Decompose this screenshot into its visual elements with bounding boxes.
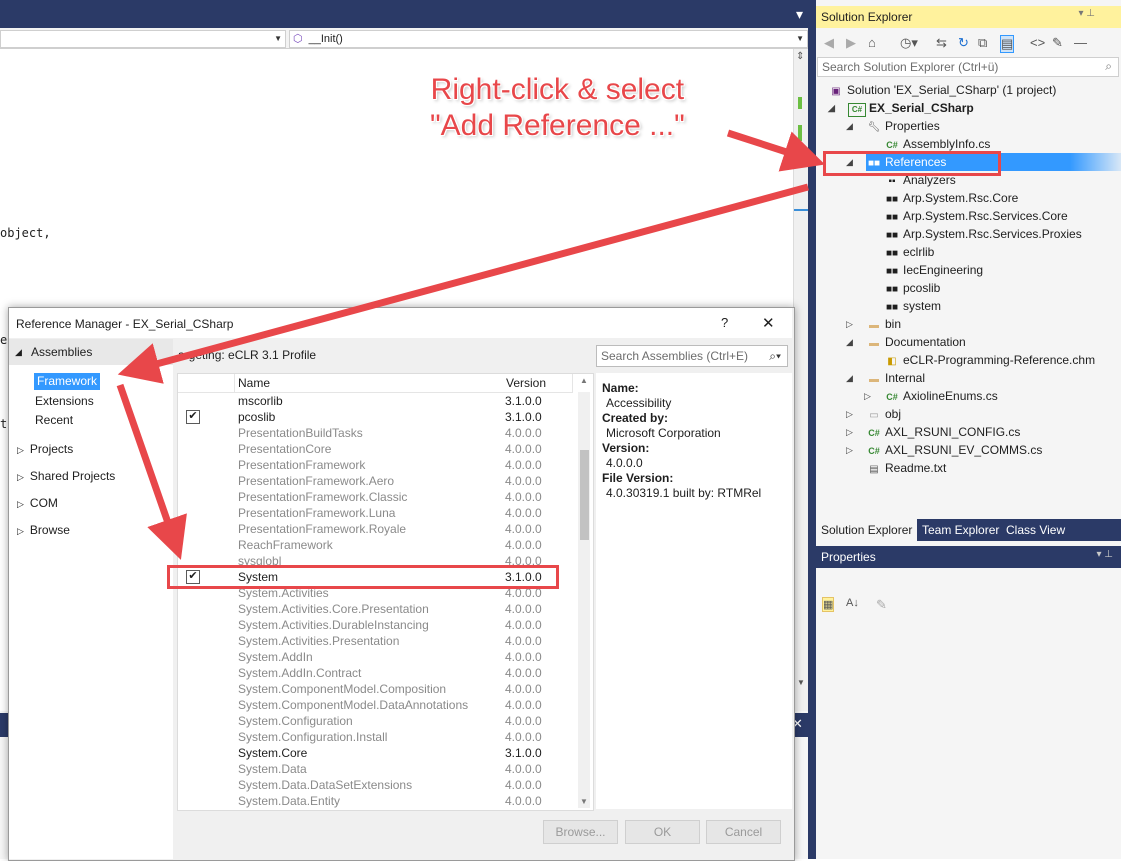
- arrow-to-references: [726, 129, 825, 172]
- annotation-arrows: [116, 129, 825, 560]
- arrow-to-system: [116, 383, 187, 560]
- arrow-to-framework: [117, 183, 809, 384]
